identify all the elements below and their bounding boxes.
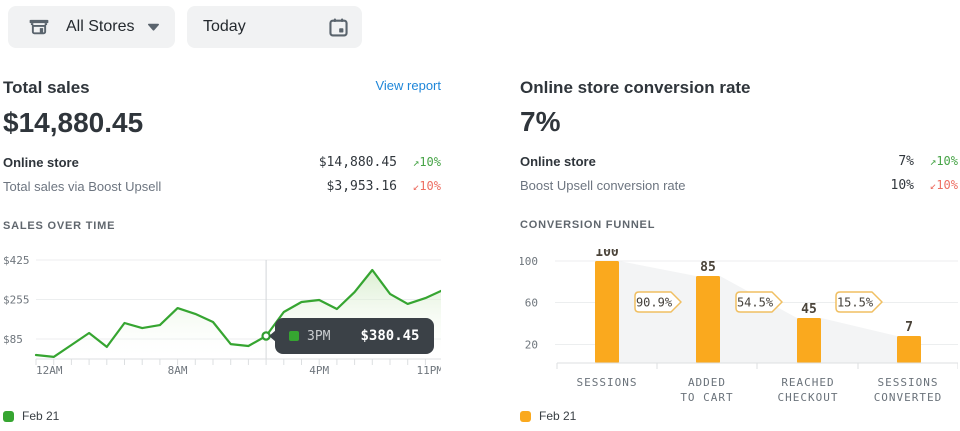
- legend-swatch-green: [3, 411, 14, 422]
- tooltip-series-swatch: [289, 331, 299, 341]
- funnel-bar-checkout: [797, 318, 821, 363]
- metric-row-online-store-rate: Online store 7% ↗10%: [520, 149, 958, 173]
- svg-text:11PM: 11PM: [417, 364, 442, 377]
- metric-row-boost-upsell: Total sales via Boost Upsell $3,953.16 ↙…: [3, 174, 441, 198]
- funnel-chart-svg: 100 60 20 100 85 45 7 90.9% 54.5% 15.5%: [520, 249, 958, 404]
- svg-text:15.5%: 15.5%: [837, 296, 874, 310]
- metric-value: 10%: [824, 178, 914, 193]
- svg-text:12AM: 12AM: [36, 364, 63, 377]
- legend-label: Feb 21: [22, 409, 59, 423]
- svg-text:TO CART: TO CART: [680, 391, 733, 404]
- funnel-legend: Feb 21: [520, 409, 958, 423]
- chart-tooltip: 3PM $380.45: [275, 318, 434, 354]
- conversion-funnel-heading: CONVERSION FUNNEL: [520, 219, 958, 232]
- svg-text:$425: $425: [3, 254, 30, 267]
- metric-value: $3,953.16: [307, 179, 397, 194]
- svg-text:7: 7: [905, 320, 913, 335]
- svg-text:90.9%: 90.9%: [636, 296, 673, 310]
- metric-change-up: ↗10%: [397, 155, 441, 169]
- metric-label: Online store: [520, 154, 824, 169]
- svg-text:ADDED: ADDED: [688, 376, 726, 389]
- svg-text:100: 100: [520, 255, 538, 268]
- legend-swatch-orange: [520, 411, 531, 422]
- metric-row-boost-upsell-rate: Boost Upsell conversion rate 10% ↙10%: [520, 173, 958, 197]
- svg-text:$255: $255: [3, 294, 30, 307]
- total-sales-panel: Total sales View report $14,880.45 Onlin…: [3, 78, 441, 423]
- funnel-bar-converted: [897, 336, 921, 363]
- conversion-value: 7%: [520, 105, 958, 139]
- metric-change-up: ↗10%: [914, 154, 958, 168]
- sales-chart[interactable]: $425 $255 $85 12AM 8AM 4PM 11PM 3PM $380…: [3, 252, 441, 385]
- svg-text:4PM: 4PM: [309, 364, 329, 377]
- calendar-icon: [327, 16, 350, 39]
- view-report-link[interactable]: View report: [375, 78, 441, 93]
- filters-toolbar: All Stores Today: [0, 0, 960, 54]
- metric-label: Online store: [3, 155, 307, 170]
- conversion-rate-panel: Online store conversion rate 7% Online s…: [520, 78, 958, 423]
- svg-text:SESSIONS: SESSIONS: [878, 376, 939, 389]
- funnel-bar-added: [696, 276, 720, 363]
- sales-chart-svg: $425 $255 $85 12AM 8AM 4PM 11PM: [3, 252, 441, 380]
- date-filter-button[interactable]: Today: [187, 6, 362, 48]
- metric-change-down: ↙10%: [397, 179, 441, 193]
- svg-text:SESSIONS: SESSIONS: [577, 376, 638, 389]
- svg-text:60: 60: [525, 297, 538, 310]
- storefront-icon: [28, 16, 50, 38]
- metric-label: Total sales via Boost Upsell: [3, 179, 307, 194]
- date-filter-label: Today: [203, 18, 246, 36]
- tooltip-value: $380.45: [360, 328, 419, 344]
- store-filter-label: All Stores: [66, 18, 134, 36]
- tooltip-time: 3PM: [307, 329, 330, 344]
- legend-label: Feb 21: [539, 409, 576, 423]
- metric-value: 7%: [824, 154, 914, 169]
- svg-text:CONVERTED: CONVERTED: [874, 391, 943, 404]
- metric-change-down: ↙10%: [914, 178, 958, 192]
- svg-text:100: 100: [595, 249, 619, 260]
- chevron-down-icon: [147, 23, 160, 31]
- store-filter-button[interactable]: All Stores: [8, 6, 175, 48]
- svg-text:REACHED: REACHED: [781, 376, 834, 389]
- dashboard-panels: Total sales View report $14,880.45 Onlin…: [0, 54, 960, 431]
- funnel-chart[interactable]: 100 60 20 100 85 45 7 90.9% 54.5% 15.5%: [520, 249, 958, 409]
- svg-text:54.5%: 54.5%: [737, 296, 774, 310]
- svg-text:85: 85: [700, 260, 716, 275]
- metric-row-online-store: Online store $14,880.45 ↗10%: [3, 150, 441, 174]
- total-sales-value: $14,880.45: [3, 106, 441, 140]
- conversion-title: Online store conversion rate: [520, 78, 751, 98]
- sales-over-time-heading: SALES OVER TIME: [3, 220, 441, 233]
- sales-legend: Feb 21: [3, 409, 441, 423]
- svg-text:45: 45: [801, 302, 817, 317]
- total-sales-title: Total sales: [3, 78, 90, 98]
- svg-text:$85: $85: [3, 333, 23, 346]
- svg-text:8AM: 8AM: [168, 364, 188, 377]
- funnel-bar-sessions: [595, 261, 619, 363]
- svg-text:CHECKOUT: CHECKOUT: [778, 391, 839, 404]
- metric-label: Boost Upsell conversion rate: [520, 178, 824, 193]
- svg-text:20: 20: [525, 339, 538, 352]
- metric-value: $14,880.45: [307, 155, 397, 170]
